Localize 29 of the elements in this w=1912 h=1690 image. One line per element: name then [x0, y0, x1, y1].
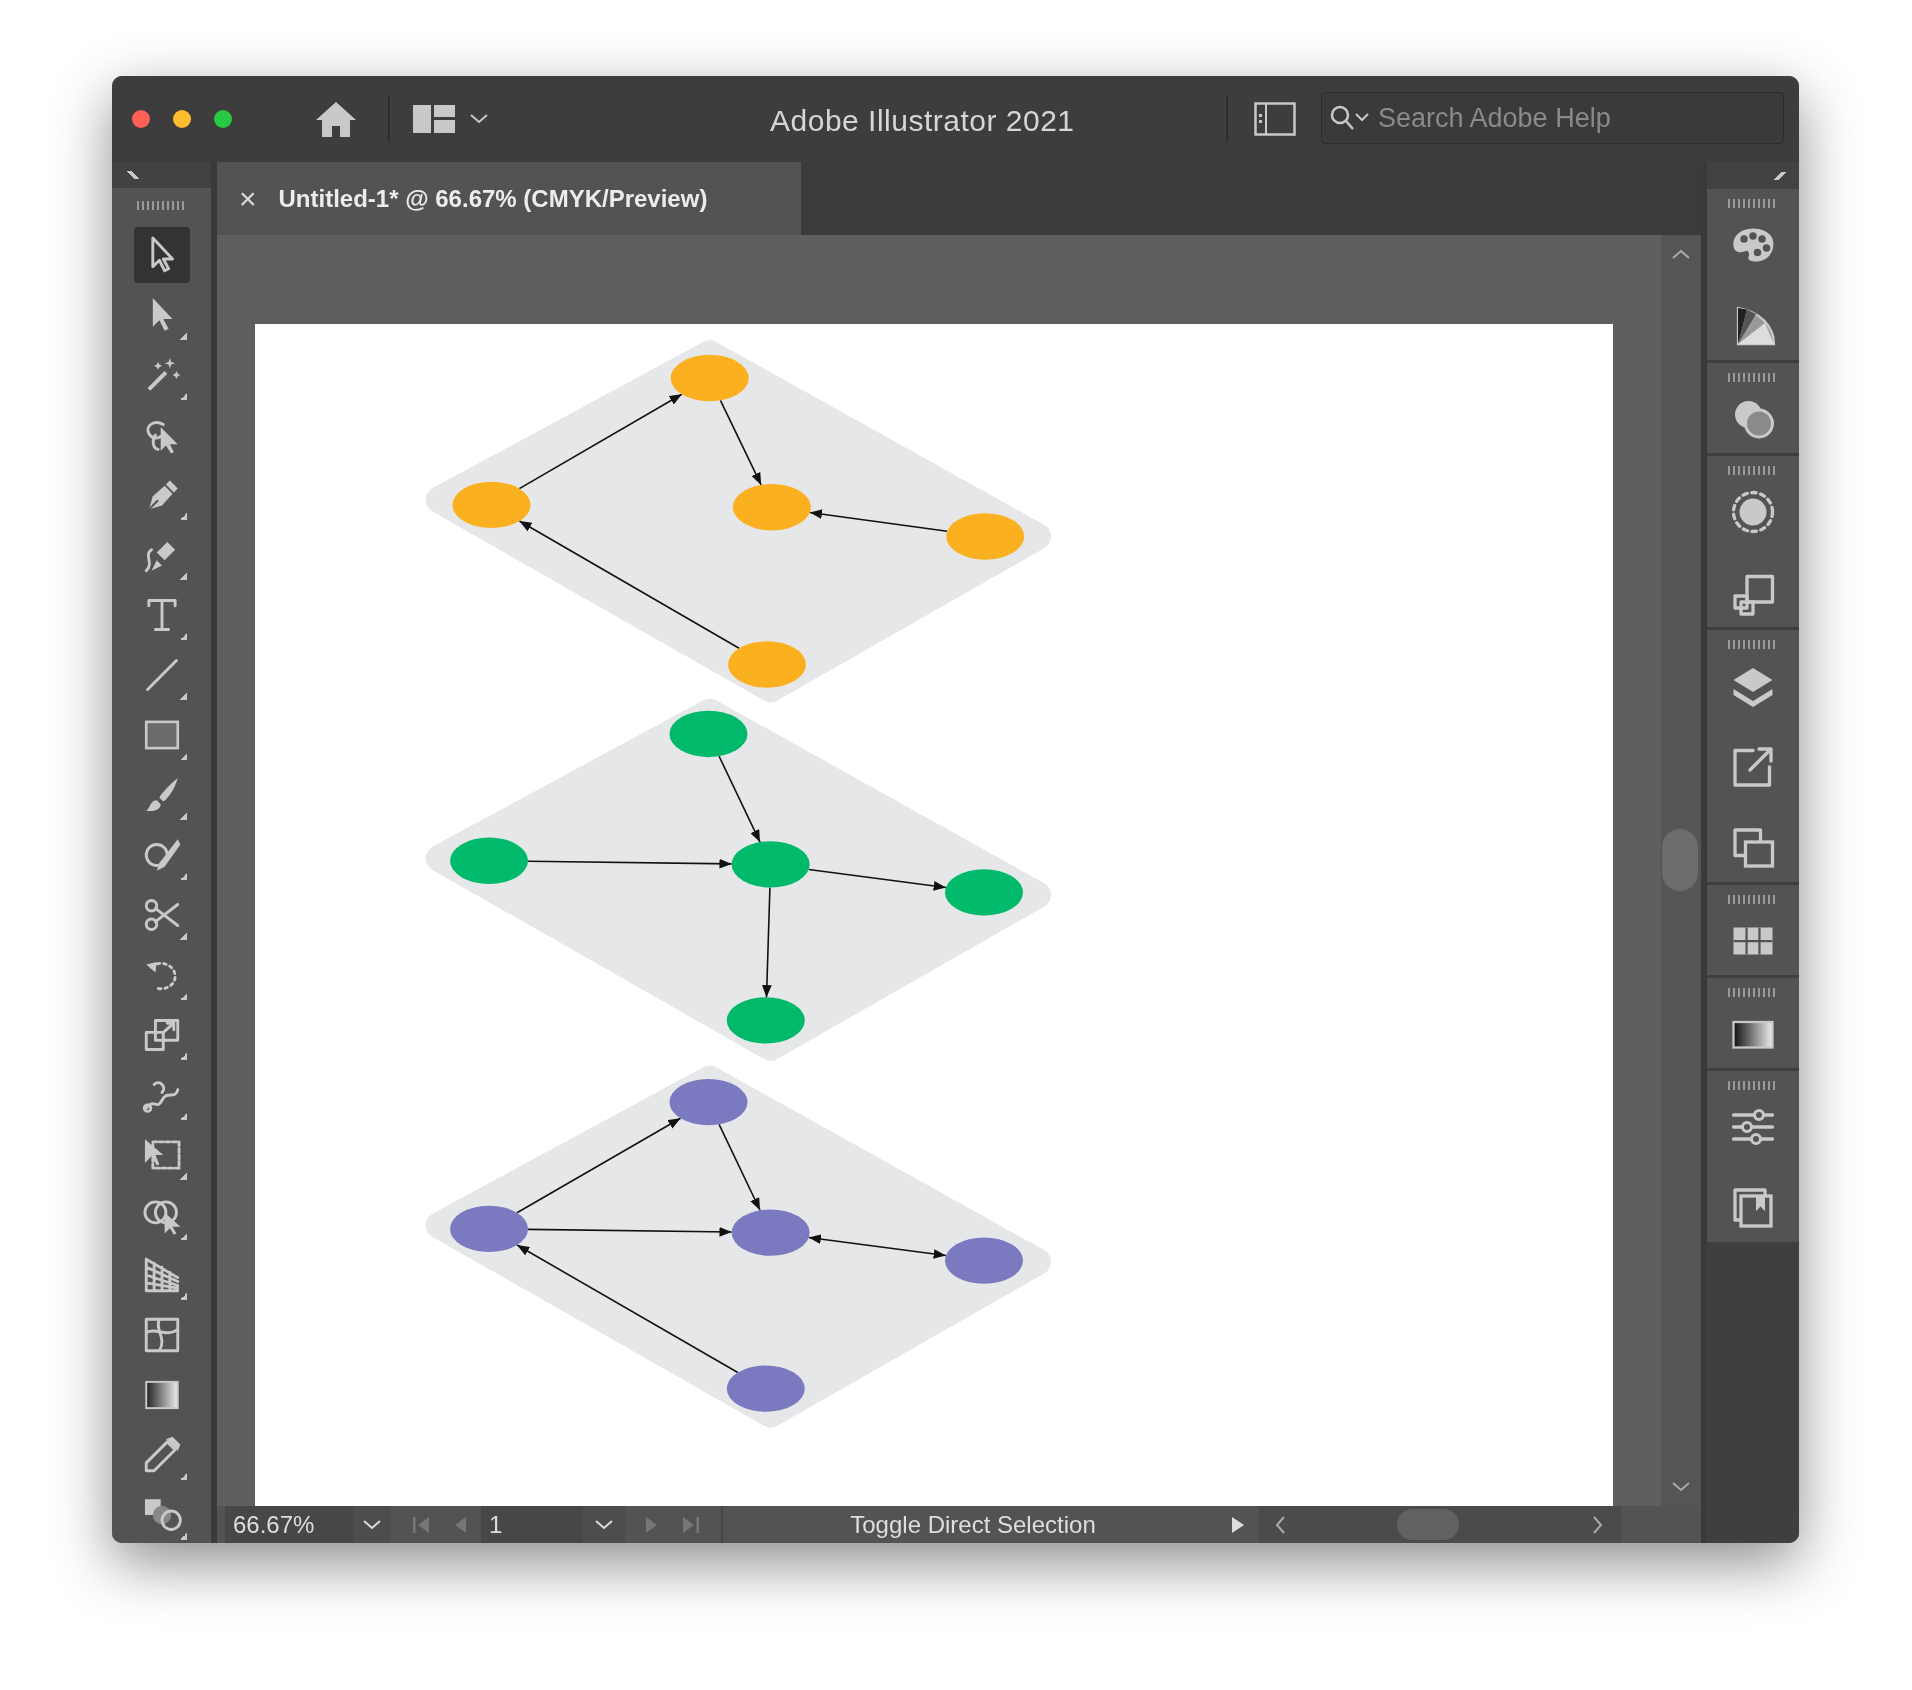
close-window-button[interactable]: [132, 110, 150, 128]
document-tab[interactable]: × Untitled-1* @ 66.67% (CMYK/Preview): [217, 162, 801, 235]
tool-button[interactable]: [133, 227, 190, 283]
play-icon[interactable]: [1231, 1514, 1245, 1535]
scroll-down-icon[interactable]: [1672, 1482, 1690, 1492]
vertical-scrollbar[interactable]: [1661, 235, 1701, 1506]
caret-icon: [595, 1519, 613, 1530]
panel-toggle-icon[interactable]: [1254, 102, 1296, 136]
dashed-circle-icon[interactable]: [1729, 488, 1777, 536]
artboard-dropdown-button[interactable]: [583, 1506, 625, 1543]
zoom-field[interactable]: 66.67%: [225, 1506, 353, 1543]
search-icon: [1329, 104, 1371, 132]
workspace-layout-icon[interactable]: [412, 104, 456, 134]
scroll-left-icon[interactable]: [1275, 1516, 1285, 1534]
zoom-dropdown-button[interactable]: [353, 1506, 391, 1543]
scroll-right-icon[interactable]: [1593, 1516, 1603, 1534]
close-tab-button[interactable]: ×: [239, 176, 257, 221]
scroll-up-icon[interactable]: [1672, 249, 1690, 259]
minimize-window-button[interactable]: [173, 110, 191, 128]
zoom-window-button[interactable]: [214, 110, 232, 128]
window-title: Adobe Illustrator 2021: [770, 103, 1075, 139]
status-message: Toggle Direct Selection: [849, 1509, 1097, 1540]
caret-icon[interactable]: [470, 114, 488, 124]
artboard-number-field[interactable]: 1: [481, 1506, 583, 1543]
horizontal-scrollbar[interactable]: [1259, 1506, 1621, 1543]
caret-icon: [363, 1519, 381, 1530]
tab-label[interactable]: Untitled-1* @ 66.67% (CMYK/Preview): [278, 180, 708, 217]
search-field[interactable]: Search Adobe Help: [1321, 92, 1784, 144]
home-icon[interactable]: [314, 100, 358, 138]
